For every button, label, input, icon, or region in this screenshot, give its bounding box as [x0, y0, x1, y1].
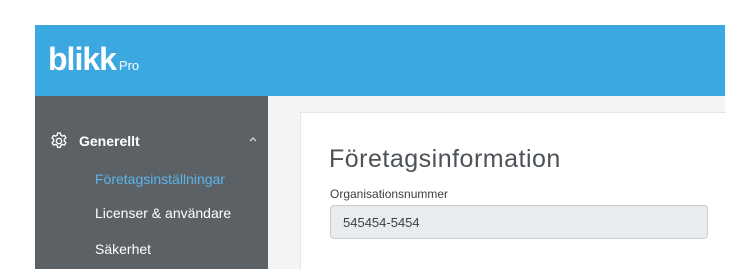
top-bar: blikk Pro — [35, 25, 725, 96]
sidebar-item-licenser-anvandare[interactable]: Licenser & användare — [95, 205, 231, 221]
logo-suffix: Pro — [118, 58, 140, 73]
main-content: Företagsinformation Organisationsnummer — [268, 96, 726, 270]
sidebar-group-label: Generellt — [79, 133, 140, 149]
org-number-field[interactable] — [330, 205, 708, 239]
logo-wordmark: blikk — [48, 41, 117, 77]
app-logo[interactable]: blikk Pro — [48, 43, 139, 75]
org-number-label: Organisationsnummer — [330, 187, 449, 201]
sidebar-group-generellt[interactable]: Generellt — [49, 130, 259, 152]
page-title: Företagsinformation — [329, 145, 561, 173]
sidebar: Generellt Företagsinställningar Licenser… — [35, 96, 268, 269]
sidebar-item-foretagsinstallningar[interactable]: Företagsinställningar — [95, 171, 225, 187]
gear-icon — [51, 132, 67, 149]
sidebar-item-sakerhet[interactable]: Säkerhet — [95, 241, 151, 257]
company-info-card: Företagsinformation Organisationsnummer — [300, 112, 726, 270]
chevron-up-icon[interactable] — [247, 133, 259, 145]
